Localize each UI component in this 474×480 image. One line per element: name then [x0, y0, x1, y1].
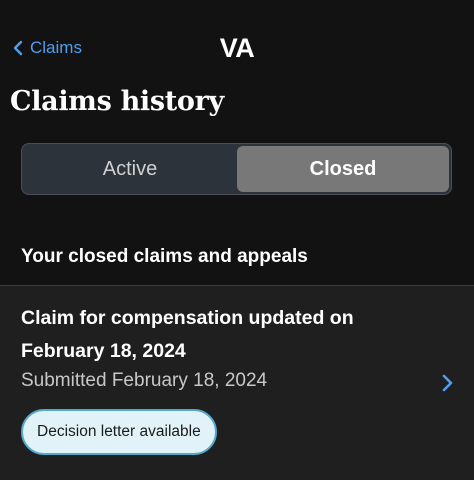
section-heading: Your closed claims and appeals	[21, 246, 308, 267]
decision-letter-badge: Decision letter available	[21, 409, 217, 455]
claims-segmented-control: Active Closed	[21, 143, 452, 195]
header: Claims VA	[0, 0, 474, 86]
claim-title: Claim for compensation updated on Februa…	[21, 307, 354, 362]
claim-card[interactable]: Claim for compensation updated on Februa…	[0, 286, 474, 480]
claim-submitted-date: Submitted February 18, 2024	[21, 370, 268, 391]
va-logo: VA	[219, 33, 255, 63]
tab-closed[interactable]: Closed	[237, 146, 449, 192]
tab-active[interactable]: Active	[24, 146, 236, 192]
chevron-right-icon	[442, 374, 453, 392]
page-title: Claims history	[10, 86, 224, 117]
